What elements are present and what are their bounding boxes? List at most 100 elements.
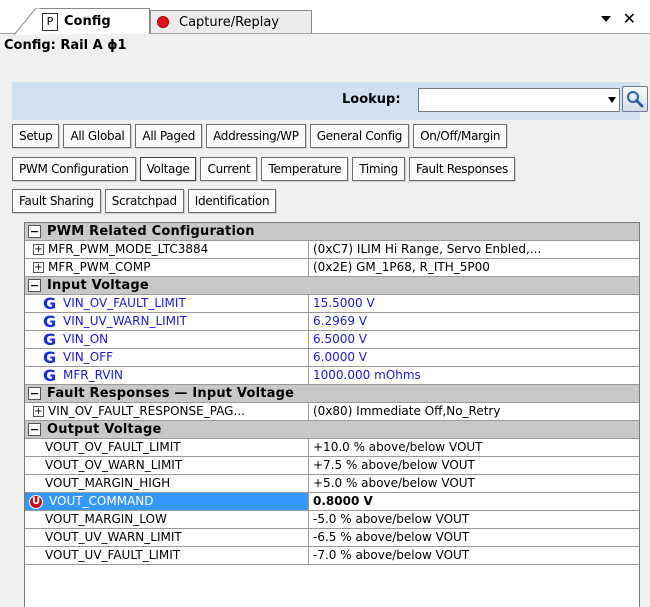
all-paged-button[interactable]: All Paged (135, 124, 203, 148)
property-name-text: VOUT_MARGIN_HIGH (45, 476, 171, 490)
category-pwm[interactable]: − PWM Related Configuration (25, 223, 639, 241)
property-name-text: VOUT_OV_FAULT_LIMIT (45, 440, 181, 454)
property-row-vout-command[interactable]: U VOUT_COMMAND 0.8000 V (25, 493, 639, 511)
timing-button[interactable]: Timing (352, 157, 405, 181)
property-value[interactable]: -7.0 % above/below VOUT (309, 547, 639, 564)
property-name[interactable]: VOUT_MARGIN_LOW (25, 511, 309, 528)
temperature-button[interactable]: Temperature (261, 157, 349, 181)
general-config-button[interactable]: General Config (309, 124, 410, 148)
all-global-button[interactable]: All Global (63, 124, 132, 148)
property-name[interactable]: G MFR_RVIN (25, 367, 309, 384)
category-output[interactable]: − Output Voltage (25, 421, 639, 439)
button-row-1: Setup All Global All Paged Addressing/WP Gen… (12, 124, 508, 148)
fault-sharing-button[interactable]: Fault Sharing (12, 189, 101, 213)
property-value[interactable]: -5.0 % above/below VOUT (309, 511, 639, 528)
property-name[interactable]: G VIN_UV_WARN_LIMIT (25, 313, 309, 330)
collapse-icon[interactable]: − (28, 279, 41, 292)
property-grid: − PWM Related Configuration + MFR_PWM_MODE_… (24, 222, 640, 607)
property-row-vout-margin-low[interactable]: VOUT_MARGIN_LOW -5.0 % above/below VOUT (25, 511, 639, 529)
property-row-mfr-pwm-comp[interactable]: + MFR_PWM_COMP (0x2E) GM_1P68, R_ITH_5P00 (25, 259, 639, 277)
category-input[interactable]: − Input Voltage (25, 277, 639, 295)
property-value[interactable]: (0x80) Immediate Off,No_Retry (309, 403, 639, 420)
collapse-icon[interactable]: − (28, 387, 41, 400)
property-name[interactable]: VOUT_MARGIN_HIGH (25, 475, 309, 492)
property-name[interactable]: G VIN_ON (25, 331, 309, 348)
tab-config-label: Config (64, 14, 111, 29)
on-off-margin-button[interactable]: On/Off/Margin (413, 124, 508, 148)
property-row-vin-on[interactable]: G VIN_ON 6.5000 V (25, 331, 639, 349)
chevron-down-icon[interactable] (608, 97, 616, 103)
property-name[interactable]: VOUT_OV_WARN_LIMIT (25, 457, 309, 474)
property-name[interactable]: U VOUT_COMMAND (25, 493, 309, 510)
property-name[interactable]: G VIN_OFF (25, 349, 309, 366)
setup-button[interactable]: Setup (12, 124, 60, 148)
current-button[interactable]: Current (200, 157, 258, 181)
property-value[interactable]: 6.2969 V (309, 313, 639, 330)
lookup-input[interactable] (421, 90, 601, 110)
addressing-wp-button[interactable]: Addressing/WP (206, 124, 306, 148)
chevron-down-icon[interactable] (600, 16, 611, 22)
search-button[interactable] (622, 86, 648, 112)
tab-capture-replay[interactable]: Capture/Replay (150, 10, 312, 33)
property-row-mfr-rvin[interactable]: G MFR_RVIN 1000.000 mOhms (25, 367, 639, 385)
voltage-button[interactable]: Voltage (139, 157, 197, 181)
global-marker-icon: G (43, 349, 57, 366)
property-name-text: MFR_PWM_MODE_LTC3884 (48, 242, 209, 256)
property-value[interactable]: 6.5000 V (309, 331, 639, 348)
property-row-vout-uv-fault-limit[interactable]: VOUT_UV_FAULT_LIMIT -7.0 % above/below VO… (25, 547, 639, 565)
collapse-icon[interactable]: − (28, 225, 41, 238)
property-row-vin-uv-warn-limit[interactable]: G VIN_UV_WARN_LIMIT 6.2969 V (25, 313, 639, 331)
category-fault_input[interactable]: − Fault Responses — Input Voltage (25, 385, 639, 403)
category-label: PWM Related Configuration (47, 224, 255, 239)
property-name[interactable]: + MFR_PWM_MODE_LTC3884 (25, 241, 309, 258)
property-name-text: VIN_OV_FAULT_RESPONSE_PAG... (48, 404, 245, 418)
property-name[interactable]: VOUT_UV_WARN_LIMIT (25, 529, 309, 546)
property-value[interactable]: 15.5000 V (309, 295, 639, 312)
property-row-vout-margin-high[interactable]: VOUT_MARGIN_HIGH +5.0 % above/below VOUT (25, 475, 639, 493)
property-row-vin-ov-fault-limit[interactable]: G VIN_OV_FAULT_LIMIT 15.5000 V (25, 295, 639, 313)
property-name-text: VOUT_OV_WARN_LIMIT (45, 458, 183, 472)
property-name-text: MFR_RVIN (63, 368, 123, 382)
search-icon (627, 91, 644, 108)
property-value[interactable]: (0xC7) ILIM Hi Range, Servo Enbled,... (309, 241, 639, 258)
property-name[interactable]: + MFR_PWM_COMP (25, 259, 309, 276)
tab-config[interactable]: P Config (14, 8, 150, 35)
property-row-mfr-pwm-mode-ltc3884[interactable]: + MFR_PWM_MODE_LTC3884 (0xC7) ILIM Hi Rang… (25, 241, 639, 259)
page-title: Config: Rail A ϕ1 (4, 38, 127, 53)
property-row-vin-ov-fault-response-pag[interactable]: + VIN_OV_FAULT_RESPONSE_PAG... (0x80) Imme… (25, 403, 639, 421)
property-name[interactable]: G VIN_OV_FAULT_LIMIT (25, 295, 309, 312)
property-row-vin-off[interactable]: G VIN_OFF 6.0000 V (25, 349, 639, 367)
property-value[interactable]: (0x2E) GM_1P68, R_ITH_5P00 (309, 259, 639, 276)
collapse-icon[interactable]: − (28, 423, 41, 436)
button-row-3: Fault Sharing Scratchpad Identification (12, 189, 277, 213)
property-value[interactable]: 6.0000 V (309, 349, 639, 366)
property-name[interactable]: VOUT_OV_FAULT_LIMIT (25, 439, 309, 456)
property-value[interactable]: 1000.000 mOhms (309, 367, 639, 384)
tab-strip: P Config Capture/Replay ✕ (0, 0, 650, 35)
identification-button[interactable]: Identification (187, 189, 277, 213)
lookup-label: Lookup: (342, 92, 401, 107)
property-value[interactable]: +10.0 % above/below VOUT (309, 439, 639, 456)
property-name[interactable]: VOUT_UV_FAULT_LIMIT (25, 547, 309, 564)
scratchpad-button[interactable]: Scratchpad (104, 189, 184, 213)
expand-icon[interactable]: + (33, 262, 44, 273)
expand-icon[interactable]: + (33, 244, 44, 255)
global-marker-icon: G (43, 295, 57, 312)
property-value[interactable]: +5.0 % above/below VOUT (309, 475, 639, 492)
lookup-combobox[interactable] (418, 88, 620, 112)
expand-icon[interactable]: + (33, 406, 44, 417)
pwm-configuration-button[interactable]: PWM Configuration (12, 157, 136, 181)
global-marker-icon: G (43, 313, 57, 330)
property-row-vout-ov-fault-limit[interactable]: VOUT_OV_FAULT_LIMIT +10.0 % above/below V… (25, 439, 639, 457)
property-name[interactable]: + VIN_OV_FAULT_RESPONSE_PAG... (25, 403, 309, 420)
category-label: Output Voltage (47, 422, 162, 437)
property-name-text: VOUT_COMMAND (49, 494, 154, 508)
lookup-bar: Lookup: (12, 82, 648, 120)
close-icon[interactable]: ✕ (623, 11, 636, 27)
property-value[interactable]: -6.5 % above/below VOUT (309, 529, 639, 546)
fault-responses-button[interactable]: Fault Responses (408, 157, 515, 181)
property-row-vout-ov-warn-limit[interactable]: VOUT_OV_WARN_LIMIT +7.5 % above/below VOU… (25, 457, 639, 475)
property-value[interactable]: 0.8000 V (309, 493, 639, 510)
property-row-vout-uv-warn-limit[interactable]: VOUT_UV_WARN_LIMIT -6.5 % above/below VOU… (25, 529, 639, 547)
property-value[interactable]: +7.5 % above/below VOUT (309, 457, 639, 474)
